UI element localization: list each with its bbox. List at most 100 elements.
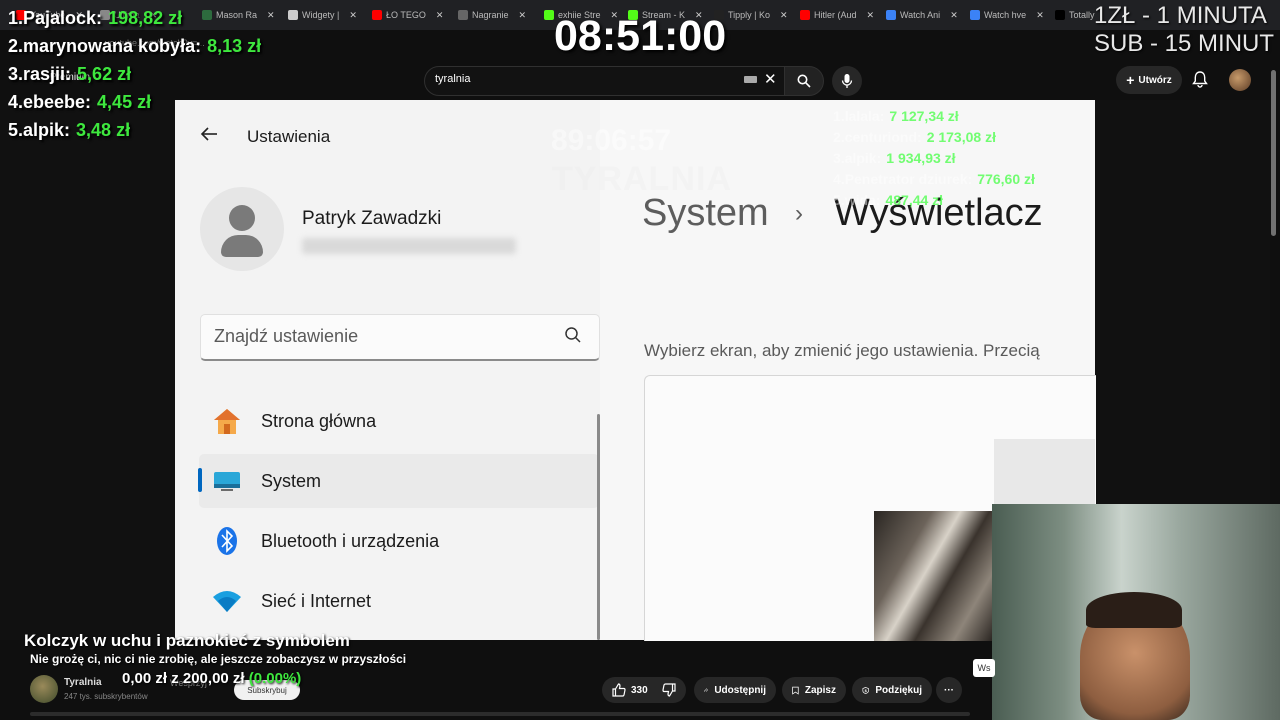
leaderboard-rank: 1.	[8, 8, 24, 28]
save-button[interactable]: Zapisz	[782, 677, 846, 703]
create-label: Utwórz	[1138, 74, 1172, 86]
tab-close-icon[interactable]: ✕	[519, 10, 527, 21]
tab-label: Watch hve	[984, 10, 1027, 20]
leaderboard-name: rasjii:	[23, 64, 72, 84]
ghost-leaderboard-name: wida:	[844, 192, 881, 208]
tab-favicon-icon	[544, 10, 554, 20]
nav-item-system[interactable]: System	[199, 454, 599, 508]
tab-label: Totally	[1069, 10, 1095, 20]
create-button[interactable]: + Utwórz	[1116, 66, 1182, 94]
leaderboard-name: Pajalock:	[23, 8, 103, 28]
leaderboard-amount: 198,82 zł	[108, 8, 183, 28]
share-icon	[704, 688, 709, 692]
youtube-search-input[interactable]	[424, 66, 786, 96]
page-scrollbar[interactable]	[1271, 70, 1276, 236]
browser-tab[interactable]: Widgety | ✕	[288, 6, 357, 24]
tab-close-icon[interactable]: ✕	[267, 10, 275, 21]
ghost-leaderboard-rank: 4.	[833, 171, 845, 187]
browser-tab[interactable]: Nagranie ✕	[458, 6, 526, 24]
notifications-button[interactable]	[1192, 70, 1208, 93]
ghost-leaderboard-row: 1.lalala: 7 127,34 zł	[833, 108, 959, 124]
tab-label: Mason Ra	[216, 10, 258, 20]
like-count: 330	[631, 684, 648, 696]
webcam-secondary	[874, 511, 992, 641]
video-title: Kolczyk w uchu i paznokieć z symbolem	[24, 631, 350, 650]
user-name: Patryk Zawadzki	[302, 208, 442, 229]
sidebar-scrollbar[interactable]	[597, 414, 600, 640]
goal-current: 0,00 zł	[122, 670, 168, 687]
browser-tab[interactable]: Watch Ani ✕	[886, 6, 958, 24]
account-avatar[interactable]	[1229, 69, 1251, 91]
leaderboard-row: 5.alpik: 3,48 zł	[8, 120, 130, 141]
channel-name[interactable]: Tyralnia	[64, 677, 102, 688]
video-progress-bar[interactable]	[30, 712, 970, 716]
ghost-leaderboard-name: centuriond:	[844, 129, 922, 145]
nav-label-system: System	[261, 470, 322, 491]
thanks-label: Podziękuj	[875, 684, 922, 696]
leaderboard-rank: 3.	[8, 64, 24, 84]
nav-label-home: Strona główna	[261, 410, 377, 431]
user-email-blurred	[302, 238, 516, 254]
wifi-icon	[212, 586, 242, 616]
ghost-leaderboard-name: alpik:	[844, 150, 882, 166]
browser-tab[interactable]: Watch hve ✕	[970, 6, 1044, 24]
user-avatar[interactable]	[200, 187, 284, 271]
home-icon	[212, 406, 242, 436]
leaderboard-row: 4.ebeebe: 4,45 zł	[8, 92, 151, 113]
back-arrow-icon[interactable]	[199, 124, 219, 150]
voice-search-button[interactable]	[832, 66, 862, 96]
nav-item-home[interactable]: Strona główna	[199, 394, 599, 448]
tab-favicon-icon	[202, 10, 212, 20]
settings-window-title: Ustawienia	[247, 127, 331, 146]
tab-close-icon[interactable]: ✕	[1036, 10, 1044, 21]
youtube-search-button[interactable]	[784, 66, 824, 96]
ghost-timer: 89:06:57	[551, 124, 672, 157]
monitor-tile[interactable]	[994, 439, 1095, 509]
ghost-leaderboard-amount: 487,44 zł	[885, 192, 944, 208]
price-line-sub: SUB - 15 MINUT	[1094, 30, 1275, 57]
settings-search-placeholder[interactable]: Znajdź ustawienie	[214, 326, 358, 347]
browser-tab[interactable]: Hitler (Aud ✕	[800, 6, 874, 24]
leaderboard-row: 2.marynowana kobyła: 8,13 zł	[8, 36, 261, 57]
nav-item-bluetooth[interactable]: Bluetooth i urządzenia	[199, 514, 599, 568]
tab-close-icon[interactable]: ✕	[950, 10, 958, 21]
ws-badge: Ws	[973, 659, 995, 677]
search-icon[interactable]	[564, 326, 582, 349]
tab-label: Hitler (Aud	[814, 10, 857, 20]
leaderboard-rank: 2.	[8, 36, 24, 56]
browser-tab[interactable]: Totally	[1055, 6, 1095, 24]
goal-separator: z	[171, 670, 179, 687]
more-actions-button[interactable]: ···	[936, 677, 962, 703]
like-dislike-group: 330	[602, 677, 686, 703]
tab-close-icon[interactable]: ✕	[867, 10, 875, 21]
tab-label: Nagranie	[472, 10, 509, 20]
save-label: Zapisz	[804, 684, 836, 696]
tab-favicon-icon	[288, 10, 298, 20]
tab-close-icon[interactable]: ✕	[349, 10, 357, 21]
tab-close-icon[interactable]: ✕	[436, 10, 444, 21]
tab-close-icon[interactable]: ✕	[780, 10, 788, 21]
leaderboard-row: 1.Pajalock: 198,82 zł	[8, 8, 182, 29]
browser-tab[interactable]: ŁO TEGO ✕	[372, 6, 443, 24]
youtube-search-value[interactable]: tyralnia	[435, 73, 470, 85]
tab-label: ŁO TEGO	[386, 10, 426, 20]
leaderboard-amount: 4,45 zł	[97, 92, 152, 112]
display-description: Wybierz ekran, aby zmienić jego ustawien…	[644, 341, 1040, 360]
like-button[interactable]: 330	[612, 683, 648, 697]
nav-item-network[interactable]: Sieć i Internet	[199, 574, 599, 628]
share-button[interactable]: Udostępnij	[694, 677, 776, 703]
browser-tab[interactable]: Mason Ra ✕	[202, 6, 275, 24]
clear-search-icon[interactable]: ✕	[764, 70, 777, 88]
breadcrumb-separator: ›	[795, 200, 803, 227]
thumbs-down-icon	[662, 683, 676, 697]
search-icon	[797, 74, 811, 88]
dislike-button[interactable]	[662, 683, 676, 697]
ghost-leaderboard-row: 5.wida: 487,44 zł	[833, 192, 943, 208]
tab-favicon-icon	[458, 10, 468, 20]
streamer-hair	[1086, 592, 1182, 628]
tab-favicon-icon	[970, 10, 980, 20]
keyboard-icon[interactable]	[744, 76, 757, 83]
thanks-button[interactable]: $ Podziękuj	[852, 677, 932, 703]
channel-avatar[interactable]	[30, 675, 58, 703]
thanks-icon: $	[862, 686, 869, 694]
